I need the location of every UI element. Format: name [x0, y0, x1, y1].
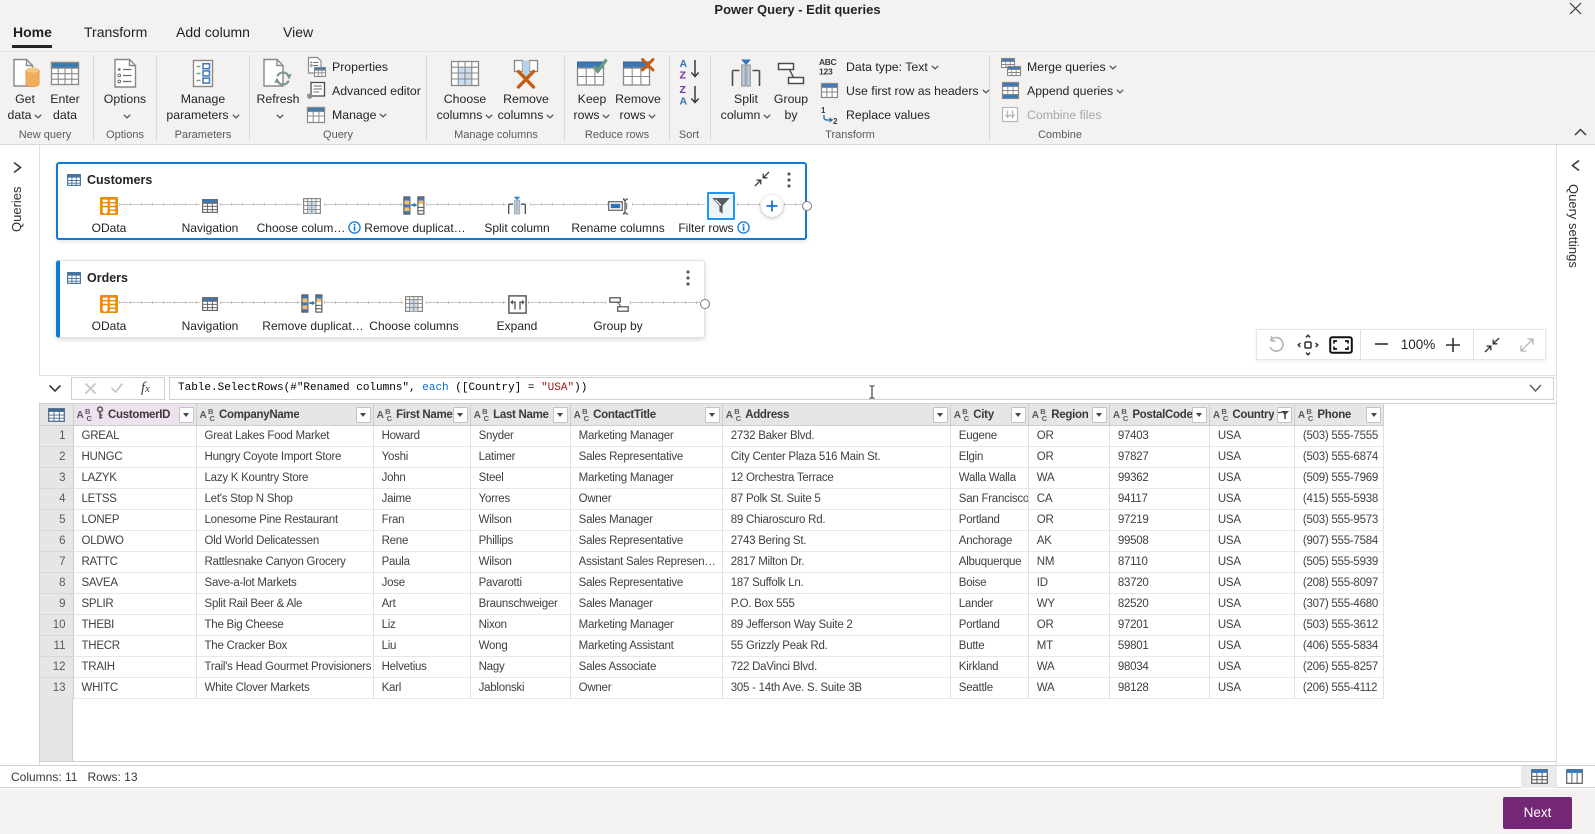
- svg-text:A: A: [680, 96, 688, 107]
- svg-text:123: 123: [819, 67, 833, 77]
- svg-text:Z: Z: [680, 84, 687, 96]
- svg-text:ABC: ABC: [819, 57, 836, 67]
- svg-text:1: 1: [821, 106, 826, 115]
- svg-text:Z: Z: [680, 70, 687, 81]
- svg-text:2: 2: [833, 117, 838, 125]
- svg-text:A: A: [680, 58, 688, 70]
